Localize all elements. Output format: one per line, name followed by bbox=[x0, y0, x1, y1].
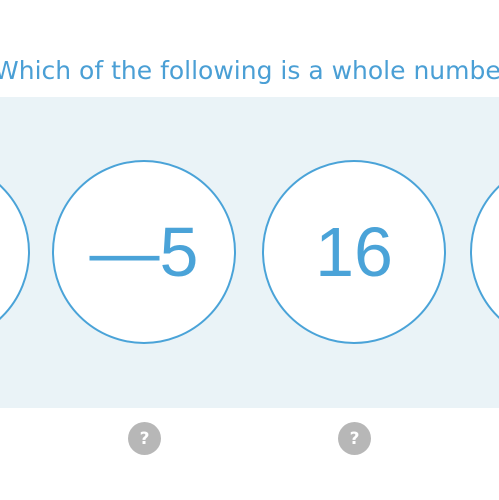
question-text: Which of the following is a whole number… bbox=[0, 56, 499, 85]
help-question-icon[interactable]: ? bbox=[338, 422, 371, 455]
quiz-screen: Which of the following is a whole number… bbox=[0, 0, 499, 500]
question-mark-icon: ? bbox=[349, 428, 360, 449]
answer-choice-16[interactable]: 16 bbox=[262, 160, 446, 344]
help-question-icon[interactable]: ? bbox=[128, 422, 161, 455]
answer-choice-label: 16 bbox=[315, 213, 393, 291]
question-mark-icon: ? bbox=[139, 428, 150, 449]
answer-choice-label: —5 bbox=[89, 213, 199, 291]
answer-choice-minus-5[interactable]: —5 bbox=[52, 160, 236, 344]
